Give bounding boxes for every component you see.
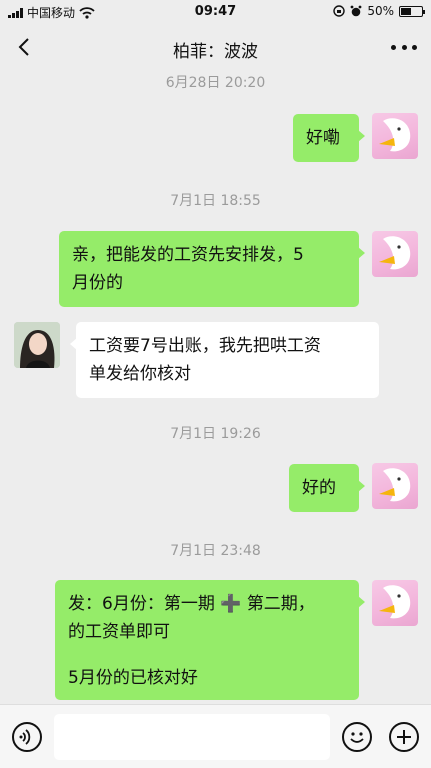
my-avatar[interactable] (372, 231, 418, 277)
more-dots-icon[interactable] (391, 36, 417, 58)
chat-title: 柏菲：波波 (173, 42, 258, 62)
message-bubble-mine[interactable]: 亲，把能发的工资先安排发，5 月份的 (59, 231, 365, 307)
battery-percent: 50% (367, 4, 394, 18)
voice-waves-icon (19, 729, 31, 745)
timestamp: 7月1日 18:55 (170, 193, 261, 209)
message-text: 单发给你核对 (89, 364, 191, 384)
my-avatar[interactable] (372, 463, 418, 509)
message-text: 5月份的已核对好 (68, 668, 198, 688)
message-text: 发：6月份：第一期 (68, 594, 215, 614)
message-text: 亲，把能发的工资先安排发，5 (72, 245, 304, 265)
my-avatar[interactable] (372, 113, 418, 159)
message-list[interactable]: 6月28日 20:20 好嘞 7月1日 18:55 亲，把能发的工资先安排发，5… (0, 70, 431, 704)
message-bubble-contact[interactable]: 工资要7号出账，我先把哄工资 单发给你核对 (70, 322, 379, 398)
message-text: 第二期， (246, 594, 315, 614)
status-bar: 中国移动 09:47 50% (0, 0, 431, 24)
battery-icon (399, 5, 425, 17)
duck-avatar-icon (379, 585, 411, 619)
timestamp: 7月1日 19:26 (170, 426, 261, 442)
duck-avatar-icon (379, 236, 411, 270)
message-text: 好嘞 (306, 128, 340, 148)
duck-avatar-icon (379, 118, 411, 152)
timestamp: 6月28日 20:20 (165, 75, 266, 91)
contact-avatar[interactable] (14, 322, 60, 368)
message-bubble-mine[interactable]: 好的 (289, 464, 365, 512)
message-text: 月份的 (72, 273, 123, 293)
lock-rotation-icon (333, 5, 346, 17)
my-avatar[interactable] (372, 580, 418, 626)
duck-avatar-icon (379, 468, 411, 502)
message-text-line: 发：6月份：第一期 ➕ 第二期， (68, 590, 346, 618)
message-bubble-mine[interactable]: 好嘞 (293, 114, 365, 162)
smile-face-icon (350, 732, 364, 743)
message-text: 好的 (302, 478, 336, 498)
message-bubble-mine[interactable]: 发：6月份：第一期 ➕ 第二期， 的工资单即可 5月份的已核对好 (55, 580, 365, 700)
voice-icon[interactable] (12, 722, 42, 752)
person-avatar-icon (14, 322, 60, 368)
message-text: 工资要7号出账，我先把哄工资 (89, 336, 321, 356)
alarm-icon (350, 5, 362, 17)
message-text: 的工资单即可 (68, 622, 170, 642)
message-input[interactable] (54, 714, 330, 760)
input-bar (0, 704, 431, 768)
plus-icon[interactable] (389, 722, 419, 752)
timestamp: 7月1日 23:48 (170, 543, 261, 559)
emoji-icon[interactable] (342, 722, 372, 752)
plus-symbol-icon: ➕ (220, 594, 242, 614)
plus-glyph-icon (397, 730, 411, 744)
status-right: 50% (333, 4, 425, 18)
chat-header: 柏菲：波波 (0, 24, 431, 70)
